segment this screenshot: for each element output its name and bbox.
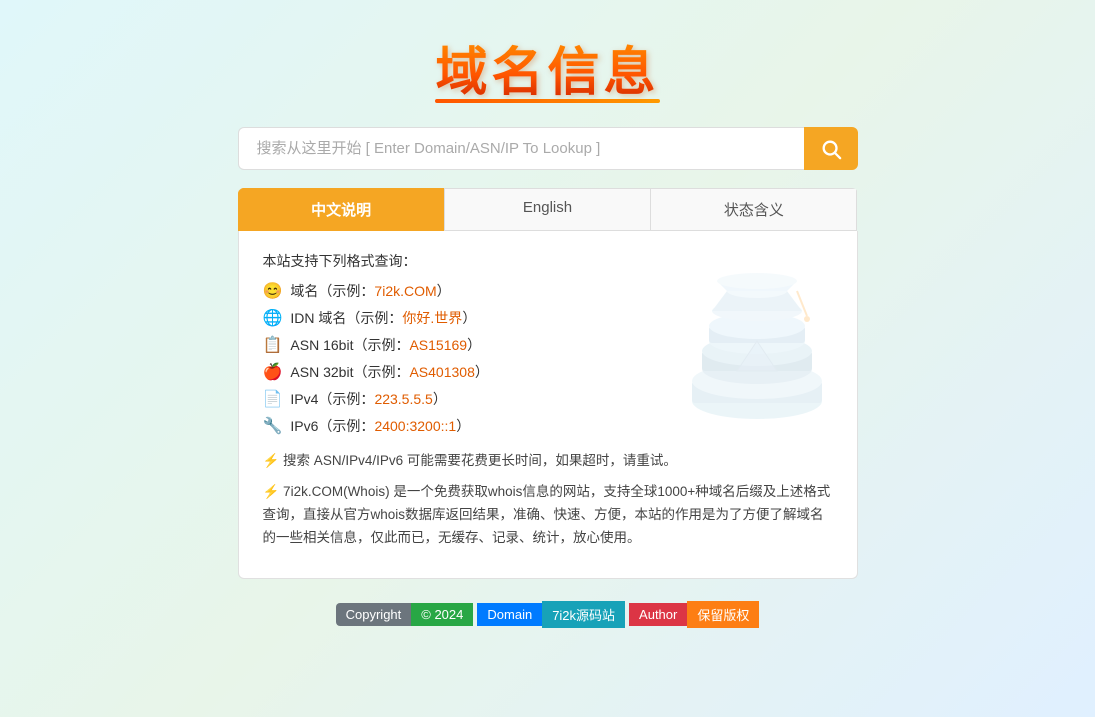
idn-suffix: ） [462,308,476,328]
emoji-ipv4-icon: 📄 [263,389,283,409]
idn-link[interactable]: 你好.世界 [402,308,462,328]
list-item: 📄 IPv4（示例： 223.5.5.5 ） [263,389,833,409]
logo-text: 域名信息 [435,30,659,105]
list-item: 📋 ASN 16bit（示例： AS15169 ） [263,335,833,355]
asn32-suffix: ） [475,362,489,382]
tab-english[interactable]: English [444,188,650,231]
emoji-domain-icon: 😊 [263,281,283,301]
asn16-link[interactable]: AS15169 [409,337,467,353]
asn32-label: ASN 32bit（示例： [290,362,409,382]
logo-area: 域名信息 [435,30,659,103]
tabs-container: 中文说明 English 状态含义 [238,188,858,231]
notice-timeout: ⚡ 搜索 ASN/IPv4/IPv6 可能需要花费更长时间，如果超时，请重试。 [263,450,833,473]
domain-label-badge: Domain [477,603,542,626]
list-item: 🍎 ASN 32bit（示例： AS401308 ） [263,362,833,382]
domain-value-badge[interactable]: 7i2k源码站 [542,601,625,628]
domain-label: 域名（示例： [290,281,374,301]
ipv4-suffix: ） [433,389,447,409]
tab-status[interactable]: 状态含义 [650,188,857,231]
ipv4-link[interactable]: 223.5.5.5 [374,391,432,407]
footer: Copyright © 2024 Domain 7i2k源码站 Author 保… [336,601,760,628]
asn32-link[interactable]: AS401308 [409,364,474,380]
intro-title: 本站支持下列格式查询： [263,251,833,271]
content-card: 本站支持下列格式查询： 😊 域名（示例： 7i2k.COM ） 🌐 IDN 域名… [238,231,858,579]
ipv4-label: IPv4（示例： [290,389,374,409]
domain-suffix: ） [437,281,451,301]
emoji-asn32-icon: 🍎 [263,362,283,382]
notice-about: ⚡ 7i2k.COM(Whois) 是一个免费获取whois信息的网站，支持全球… [263,481,833,550]
search-input[interactable] [238,127,804,170]
search-bar [238,127,858,170]
domain-link[interactable]: 7i2k.COM [374,283,436,299]
emoji-idn-icon: 🌐 [263,308,283,328]
emoji-ipv6-icon: 🔧 [263,416,283,436]
copyright-year: © 2024 [411,603,473,626]
author-label-badge: Author [629,603,687,626]
asn16-label: ASN 16bit（示例： [290,335,409,355]
ipv6-label: IPv6（示例： [290,416,374,436]
idn-label: IDN 域名（示例： [290,308,402,328]
tab-chinese[interactable]: 中文说明 [238,188,444,231]
ipv6-link[interactable]: 2400:3200::1 [374,418,456,434]
search-icon [820,138,842,160]
list-item: 🔧 IPv6（示例： 2400:3200::1 ） [263,416,833,436]
asn16-suffix: ） [467,335,481,355]
copyright-label: Copyright [336,603,412,626]
ipv6-suffix: ） [456,416,470,436]
author-value-badge: 保留版权 [687,601,759,628]
search-button[interactable] [804,127,858,170]
emoji-asn16-icon: 📋 [263,335,283,355]
list-item: 🌐 IDN 域名（示例： 你好.世界 ） [263,308,833,328]
list-item: 😊 域名（示例： 7i2k.COM ） [263,281,833,301]
info-section: 本站支持下列格式查询： 😊 域名（示例： 7i2k.COM ） 🌐 IDN 域名… [263,251,833,550]
